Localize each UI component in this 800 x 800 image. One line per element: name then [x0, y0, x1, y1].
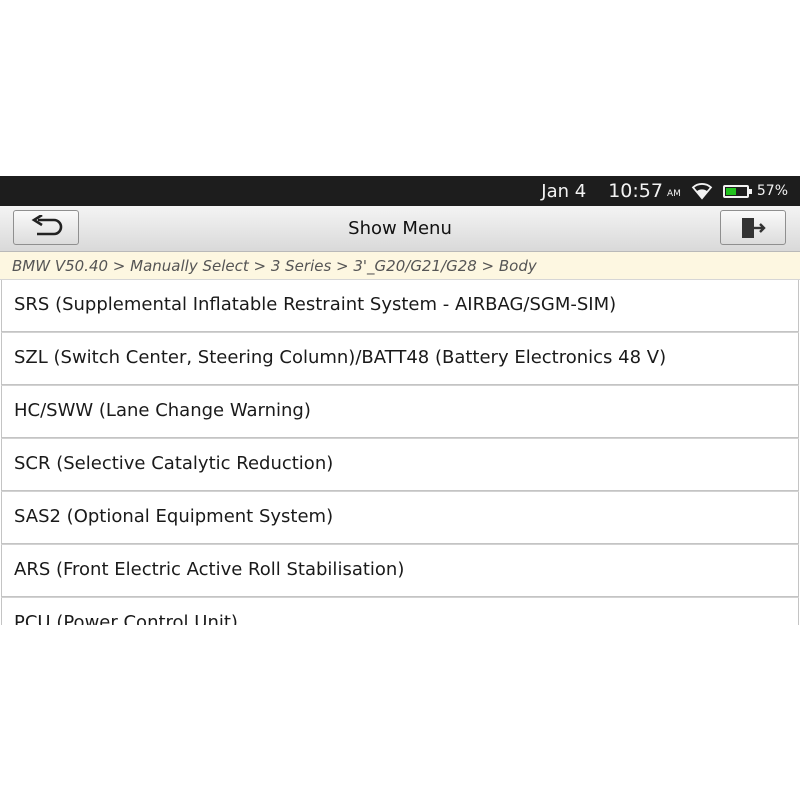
battery-percent: 57%	[756, 183, 788, 199]
title-bar: Show Menu	[0, 206, 800, 252]
exit-button[interactable]	[720, 210, 786, 245]
battery-icon	[722, 184, 752, 198]
status-ampm: AM	[666, 189, 681, 199]
battery-level	[725, 187, 737, 195]
menu-list: SRS (Supplemental Inflatable Restraint S…	[0, 280, 800, 625]
menu-item-pcu[interactable]: PCU (Power Control Unit)	[1, 598, 799, 625]
status-date: Jan 4	[541, 180, 587, 202]
menu-item-sas2[interactable]: SAS2 (Optional Equipment System)	[1, 492, 799, 544]
back-arrow-icon	[31, 214, 63, 235]
status-time: 10:57	[608, 180, 663, 202]
menu-item-hc-sww[interactable]: HC/SWW (Lane Change Warning)	[1, 386, 799, 438]
wifi-icon	[691, 183, 713, 200]
breadcrumb: BMW V50.40 > Manually Select > 3 Series …	[0, 252, 800, 280]
device-screen: Jan 4 10:57 AM 57% Show Menu BMW V50.40 …	[0, 176, 800, 625]
menu-item-scr[interactable]: SCR (Selective Catalytic Reduction)	[1, 439, 799, 491]
back-button[interactable]	[13, 210, 79, 245]
page-title: Show Menu	[348, 218, 452, 239]
menu-item-szl[interactable]: SZL (Switch Center, Steering Column)/BAT…	[1, 333, 799, 385]
exit-door-icon	[742, 217, 766, 238]
menu-item-ars[interactable]: ARS (Front Electric Active Roll Stabilis…	[1, 545, 799, 597]
menu-item-srs[interactable]: SRS (Supplemental Inflatable Restraint S…	[1, 280, 799, 332]
status-bar: Jan 4 10:57 AM 57%	[0, 176, 800, 206]
